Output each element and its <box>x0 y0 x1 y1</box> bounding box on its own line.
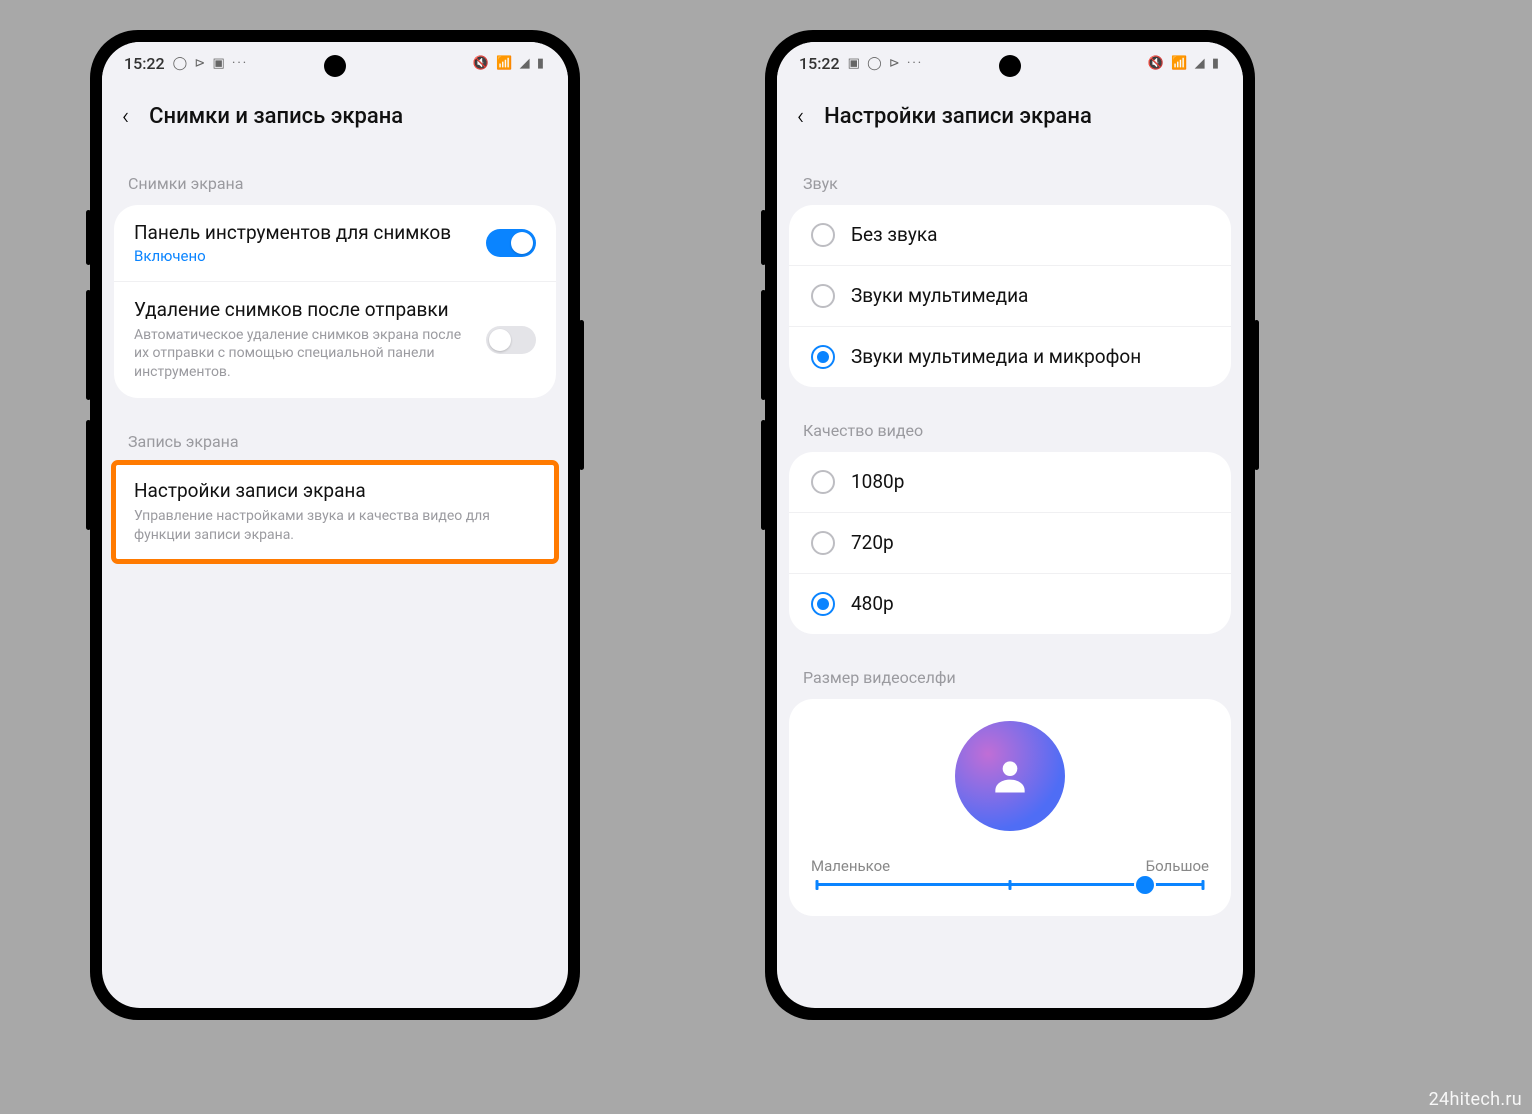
back-icon[interactable]: ‹ <box>797 102 804 130</box>
quality-option[interactable]: 720p <box>789 512 1231 573</box>
row-screenshot-toolbar[interactable]: Панель инструментов для снимков Включено <box>114 205 556 281</box>
side-button <box>761 420 766 530</box>
radio-icon[interactable] <box>811 345 835 369</box>
radio-icon[interactable] <box>811 531 835 555</box>
status-time: 15:22 <box>124 54 165 73</box>
sound-option[interactable]: Звуки мультимедиа и микрофон <box>789 326 1231 387</box>
radio-label: Без звука <box>851 223 937 247</box>
radio-label: 720p <box>851 531 894 555</box>
status-left-icons: ▣ ◯ ⊳ ··· <box>848 56 924 71</box>
page-title: Снимки и запись экрана <box>149 104 403 129</box>
radio-label: 1080p <box>851 470 904 494</box>
side-button <box>761 210 766 265</box>
screen-left: 15:22 ◯ ⊳ ▣ ··· 🔇 📶 ◢ ▮ ‹ Снимки и запис… <box>102 42 568 1008</box>
radio-icon[interactable] <box>811 592 835 616</box>
slider-max-label: Большое <box>1146 857 1209 875</box>
section-label-sound: Звук <box>777 148 1243 205</box>
side-button <box>579 320 584 470</box>
back-icon[interactable]: ‹ <box>122 102 129 130</box>
settings-card-recording: Настройки записи экрана Управление настр… <box>114 463 556 561</box>
side-button <box>1254 320 1259 470</box>
quality-option[interactable]: 480p <box>789 573 1231 634</box>
section-label-recording: Запись экрана <box>102 406 568 463</box>
slider-track[interactable] <box>817 883 1203 886</box>
row-title: Удаление снимков после отправки <box>134 298 470 322</box>
sound-option[interactable]: Звуки мультимедиа <box>789 265 1231 326</box>
settings-card-screenshots: Панель инструментов для снимков Включено… <box>114 205 556 398</box>
side-button <box>86 290 91 400</box>
settings-card-selfie-size: Маленькое Большое <box>789 699 1231 916</box>
screen-right: 15:22 ▣ ◯ ⊳ ··· 🔇 📶 ◢ ▮ ‹ Настройки запи… <box>777 42 1243 1008</box>
selfie-size-slider[interactable]: Маленькое Большое <box>811 857 1209 886</box>
radio-icon[interactable] <box>811 223 835 247</box>
row-state-label: Включено <box>134 247 470 265</box>
page-title: Настройки записи экрана <box>824 104 1092 129</box>
row-desc: Автоматическое удаление снимков экрана п… <box>134 326 470 383</box>
section-label-quality: Качество видео <box>777 395 1243 452</box>
status-time: 15:22 <box>799 54 840 73</box>
toggle-delete-after-send[interactable] <box>486 326 536 354</box>
side-button <box>86 210 91 265</box>
watermark: 24hitech.ru <box>1429 1089 1522 1110</box>
side-button <box>761 290 766 400</box>
front-camera-icon <box>999 55 1021 77</box>
avatar-icon <box>955 721 1065 831</box>
toggle-screenshot-toolbar[interactable] <box>486 229 536 257</box>
row-recording-settings[interactable]: Настройки записи экрана Управление настр… <box>114 463 556 561</box>
front-camera-icon <box>324 55 346 77</box>
slider-min-label: Маленькое <box>811 857 890 875</box>
title-bar: ‹ Настройки записи экрана <box>777 84 1243 148</box>
phone-right-mockup: 15:22 ▣ ◯ ⊳ ··· 🔇 📶 ◢ ▮ ‹ Настройки запи… <box>765 30 1255 1020</box>
row-title: Панель инструментов для снимков <box>134 221 470 245</box>
title-bar: ‹ Снимки и запись экрана <box>102 84 568 148</box>
settings-card-quality: 1080p 720p 480p <box>789 452 1231 634</box>
radio-icon[interactable] <box>811 284 835 308</box>
radio-icon[interactable] <box>811 470 835 494</box>
row-desc: Управление настройками звука и качества … <box>134 507 536 545</box>
radio-label: Звуки мультимедиа <box>851 284 1028 308</box>
side-button <box>86 420 91 530</box>
status-right-icons: 🔇 📶 ◢ ▮ <box>1148 56 1221 71</box>
row-delete-after-send[interactable]: Удаление снимков после отправки Автомати… <box>114 281 556 398</box>
status-left-icons: ◯ ⊳ ▣ ··· <box>173 56 249 71</box>
status-right-icons: 🔇 📶 ◢ ▮ <box>473 56 546 71</box>
phone-left-mockup: 15:22 ◯ ⊳ ▣ ··· 🔇 📶 ◢ ▮ ‹ Снимки и запис… <box>90 30 580 1020</box>
settings-card-sound: Без звука Звуки мультимедиа Звуки мультиме… <box>789 205 1231 387</box>
row-title: Настройки записи экрана <box>134 479 536 503</box>
slider-thumb[interactable] <box>1136 876 1154 894</box>
sound-option[interactable]: Без звука <box>789 205 1231 265</box>
radio-label: Звуки мультимедиа и микрофон <box>851 345 1141 369</box>
section-label-screenshots: Снимки экрана <box>102 148 568 205</box>
section-label-selfie: Размер видеоселфи <box>777 642 1243 699</box>
quality-option[interactable]: 1080p <box>789 452 1231 512</box>
radio-label: 480p <box>851 592 894 616</box>
